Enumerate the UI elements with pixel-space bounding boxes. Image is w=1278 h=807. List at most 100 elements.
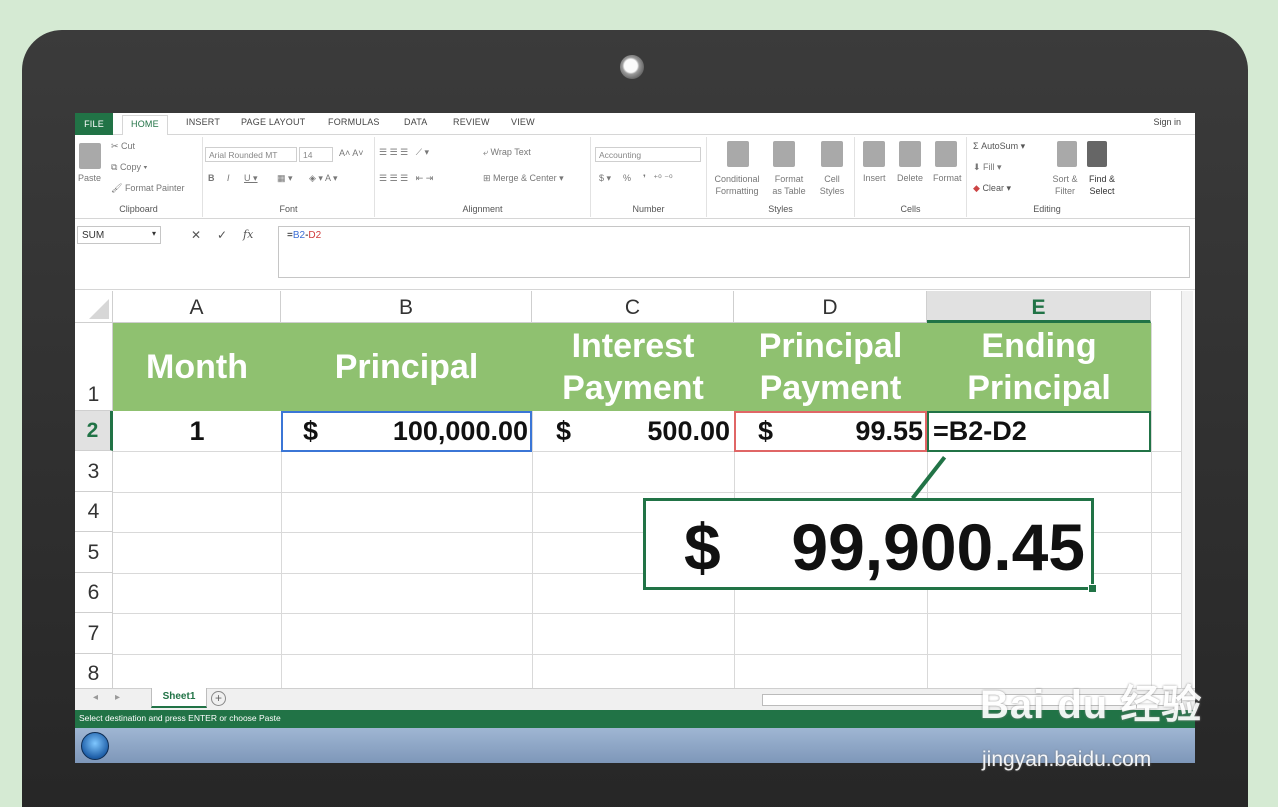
format-as-table-label[interactable]: Format as Table: [769, 173, 809, 197]
underline-icon[interactable]: U ▾: [244, 173, 258, 184]
cut-button[interactable]: ✂ Cut: [111, 141, 135, 152]
column-header-c[interactable]: C: [532, 291, 734, 323]
font-grow-icon[interactable]: A˄ A˅: [339, 148, 364, 158]
align-icons[interactable]: ☰ ☰ ☰ ⇤ ⇥: [379, 173, 433, 184]
start-button-icon[interactable]: [81, 732, 109, 760]
copy-label: Copy: [119, 162, 141, 172]
cell-styles-label[interactable]: Cell Styles: [815, 173, 849, 197]
fill-color-icon[interactable]: ◈ ▾ A ▾: [309, 173, 337, 184]
cell-c2-currency: $: [556, 416, 572, 446]
formula-input[interactable]: =B2-D2: [278, 226, 1190, 278]
styles-group: Conditional Formatting Format as Table C…: [707, 137, 855, 217]
active-cell-border: [927, 411, 1151, 452]
merge-center-button[interactable]: ⊞ Merge & Center ▾: [483, 173, 564, 184]
percent-icon[interactable]: %: [623, 173, 631, 183]
row-header-3[interactable]: 3: [75, 451, 113, 492]
format-cells-icon[interactable]: [935, 141, 957, 167]
copy-button[interactable]: ⧉ Copy ▾: [111, 162, 147, 173]
currency-icon[interactable]: $ ▾: [599, 173, 611, 184]
font-size-box[interactable]: 14: [299, 147, 333, 162]
alignment-group: ☰ ☰ ☰ ⟋ ▾ ☰ ☰ ☰ ⇤ ⇥ ⤶ Wrap Text ⊞ Merge …: [375, 137, 591, 217]
spreadsheet-grid: A B C D E 1 2 3 4 5 6 7 8 Month Principa…: [75, 291, 1195, 688]
cell-e1[interactable]: Ending Principal: [927, 323, 1151, 411]
name-box[interactable]: SUM ▾: [77, 226, 161, 244]
column-header-b[interactable]: B: [281, 291, 532, 323]
comma-icon[interactable]: ❜ ⁺⁰ ⁻⁰: [643, 173, 673, 184]
row-header-7[interactable]: 7: [75, 613, 113, 654]
row-header-4[interactable]: 4: [75, 492, 113, 532]
sort-filter-label[interactable]: Sort & Filter: [1047, 173, 1083, 197]
enter-icon[interactable]: ✓: [217, 228, 227, 242]
italic-icon[interactable]: I: [227, 173, 230, 183]
tab-home[interactable]: HOME: [122, 115, 168, 136]
align-top-icons[interactable]: ☰ ☰ ☰ ⟋ ▾: [379, 147, 429, 158]
styles-label: Styles: [768, 204, 793, 214]
font-name-box[interactable]: Arial Rounded MT: [205, 147, 297, 162]
paste-label[interactable]: Paste: [78, 173, 101, 183]
vertical-scrollbar[interactable]: [1181, 291, 1193, 688]
column-header-e[interactable]: E: [927, 291, 1151, 323]
watermark-brand: Bai du 经验: [980, 683, 1203, 727]
paste-icon[interactable]: [79, 143, 101, 169]
editing-group: Σ AutoSum ▾ ⬇ Fill ▾ ◆ Clear ▾ Sort & Fi…: [967, 137, 1127, 217]
webcam: [620, 55, 644, 79]
insert-label[interactable]: Insert: [863, 173, 886, 183]
tab-insert[interactable]: INSERT: [186, 117, 220, 127]
column-header-a[interactable]: A: [113, 291, 281, 323]
callout-value: 99,900.45: [791, 510, 1085, 584]
eraser-icon: ◆: [973, 183, 980, 193]
cell-a2[interactable]: 1: [113, 411, 281, 451]
wrap-text-button[interactable]: ⤶ Wrap Text: [483, 147, 531, 158]
cell-c2[interactable]: $500.00: [532, 411, 734, 451]
column-header-d[interactable]: D: [734, 291, 927, 323]
tab-data[interactable]: DATA: [404, 117, 427, 127]
row-header-2[interactable]: 2: [75, 411, 113, 451]
cell-e1-line1: Ending: [981, 327, 1097, 365]
reference-highlight-b2: [281, 411, 532, 452]
clipboard-group: Paste ✂ Cut ⧉ Copy ▾ 🖌 Format Painter Cl…: [75, 137, 203, 217]
sort-filter-icon[interactable]: [1057, 141, 1077, 167]
delete-label[interactable]: Delete: [897, 173, 923, 183]
border-icon[interactable]: ▦ ▾: [277, 173, 293, 184]
cell-c1[interactable]: Interest Payment: [532, 323, 734, 411]
conditional-formatting-icon[interactable]: [727, 141, 749, 167]
autosum-button[interactable]: Σ AutoSum ▾: [973, 141, 1025, 152]
tab-view[interactable]: VIEW: [511, 117, 535, 127]
cell-c1-line2: Payment: [562, 369, 704, 407]
format-painter-button[interactable]: 🖌 Format Painter: [111, 183, 184, 194]
fill-button[interactable]: ⬇ Fill ▾: [973, 162, 1002, 173]
sign-in-link[interactable]: Sign in: [1153, 117, 1181, 127]
insert-function-icon[interactable]: fx: [243, 228, 253, 241]
tab-file[interactable]: FILE: [75, 113, 113, 135]
name-box-dropdown-icon[interactable]: ▾: [152, 229, 156, 238]
row-header-5[interactable]: 5: [75, 532, 113, 573]
format-as-table-icon[interactable]: [773, 141, 795, 167]
row-header-8[interactable]: 8: [75, 654, 113, 688]
bold-icon[interactable]: B: [208, 173, 215, 183]
fill-handle[interactable]: [1088, 584, 1097, 593]
insert-cells-icon[interactable]: [863, 141, 885, 167]
delete-cells-icon[interactable]: [899, 141, 921, 167]
format-label[interactable]: Format: [933, 173, 962, 183]
add-sheet-icon[interactable]: +: [211, 691, 226, 706]
callout-currency: $: [684, 510, 721, 584]
sheet-tab-sheet1[interactable]: Sheet1: [151, 688, 207, 708]
cancel-icon[interactable]: ✕: [191, 228, 201, 242]
conditional-formatting-label[interactable]: Conditional Formatting: [711, 173, 763, 197]
tab-formulas[interactable]: FORMULAS: [328, 117, 380, 127]
tab-review[interactable]: REVIEW: [453, 117, 490, 127]
sheet-prev-icon[interactable]: ◂: [93, 692, 98, 703]
row-header-6[interactable]: 6: [75, 573, 113, 613]
clear-button[interactable]: ◆ Clear ▾: [973, 183, 1011, 194]
find-select-label[interactable]: Find & Select: [1083, 173, 1121, 197]
row-header-1[interactable]: 1: [75, 323, 113, 411]
cell-styles-icon[interactable]: [821, 141, 843, 167]
select-all-corner[interactable]: [75, 291, 113, 323]
sheet-next-icon[interactable]: ▸: [115, 692, 120, 703]
cell-d1[interactable]: Principal Payment: [734, 323, 927, 411]
tab-page-layout[interactable]: PAGE LAYOUT: [241, 117, 305, 127]
cell-b1[interactable]: Principal: [281, 323, 532, 411]
number-format-box[interactable]: Accounting: [595, 147, 701, 162]
binoculars-icon[interactable]: [1087, 141, 1107, 167]
cell-a1[interactable]: Month: [113, 323, 281, 411]
